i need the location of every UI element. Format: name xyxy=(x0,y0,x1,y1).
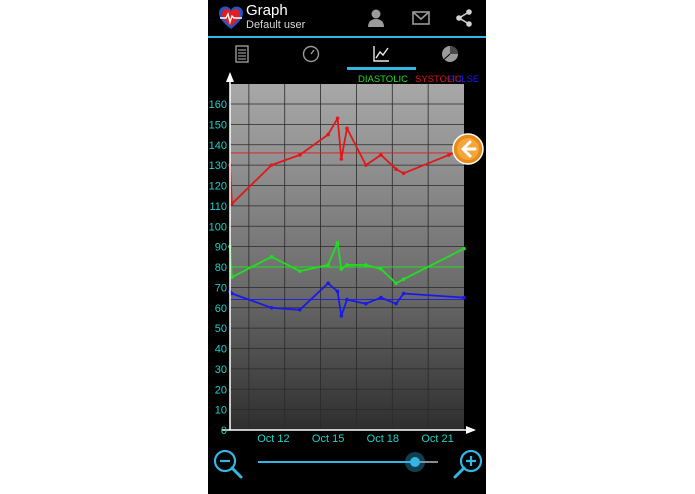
zoom-slider-fill xyxy=(258,461,415,463)
x-tick-label: Oct 18 xyxy=(367,433,399,442)
y-tick-label: 140 xyxy=(209,140,227,152)
diastolic-point xyxy=(401,277,406,282)
x-axis-arrow xyxy=(466,426,476,434)
y-tick-label: 30 xyxy=(215,364,227,376)
pulse-point xyxy=(345,297,349,302)
pulse-point xyxy=(269,305,274,310)
y-tick-labels: 1601501401301201101009080706050403020100 xyxy=(209,99,227,437)
systolic-point xyxy=(335,116,340,121)
user-icon[interactable] xyxy=(365,7,387,29)
y-tick-label: 150 xyxy=(209,119,227,131)
systolic-point xyxy=(379,153,383,157)
tab-list[interactable] xyxy=(208,38,277,69)
app-title: Graph xyxy=(246,2,288,19)
systolic-point xyxy=(269,163,274,167)
diastolic-point xyxy=(345,263,349,267)
tab-pie[interactable] xyxy=(416,38,485,69)
pulse-point xyxy=(364,301,368,306)
tab-gauge[interactable] xyxy=(277,38,346,69)
systolic-point xyxy=(345,126,349,131)
zoom-out-icon[interactable] xyxy=(212,448,244,480)
tab-bar xyxy=(208,38,486,69)
phone-screen: Graph Default user 160 150 140 130 120 1… xyxy=(208,0,486,494)
diastolic-point xyxy=(326,263,330,267)
graph-icon xyxy=(373,46,389,62)
x-tick-label: Oct 21 xyxy=(421,433,453,442)
pulse-point xyxy=(394,301,398,306)
diastolic-point xyxy=(269,255,274,259)
share-icon[interactable] xyxy=(453,7,475,29)
systolic-point xyxy=(447,153,451,157)
mail-icon[interactable] xyxy=(410,7,432,29)
y-tick-label: 160 xyxy=(209,99,227,111)
legend-diastolic: DIASTOLIC xyxy=(358,74,408,85)
systolic-point xyxy=(326,132,330,137)
systolic-point xyxy=(298,153,302,157)
diastolic-point xyxy=(339,267,344,271)
diastolic-point xyxy=(298,269,302,273)
y-tick-label: 110 xyxy=(209,201,227,213)
legend-pulse: PULSE xyxy=(448,74,479,85)
tab-graph[interactable] xyxy=(347,38,416,69)
plot-area xyxy=(230,84,464,430)
diastolic-point xyxy=(394,281,398,286)
x-tick-label: Oct 15 xyxy=(312,433,344,442)
y-tick-label: 40 xyxy=(215,344,227,356)
diastolic-point xyxy=(379,267,383,271)
y-axis-arrow xyxy=(226,72,234,82)
diastolic-point xyxy=(335,240,340,245)
back-arrow-button[interactable] xyxy=(452,133,484,165)
y-tick-label: 10 xyxy=(215,405,227,417)
y-tick-label: 60 xyxy=(215,303,227,315)
zoom-in-icon[interactable] xyxy=(452,448,484,480)
x-tick-label: Oct 12 xyxy=(257,433,289,442)
systolic-point xyxy=(401,171,406,176)
diastolic-point xyxy=(462,246,466,251)
pulse-point xyxy=(401,291,406,296)
systolic-point xyxy=(394,167,398,171)
y-tick-label: 100 xyxy=(209,221,227,233)
pie-chart-icon xyxy=(442,46,458,62)
legend: DIASTOLIC SYSTOLICPULSE xyxy=(358,74,479,85)
zoom-slider-thumb[interactable] xyxy=(404,452,425,472)
x-tick-labels: Oct 12 Oct 15 Oct 18 Oct 21 xyxy=(257,433,454,442)
user-name: Default user xyxy=(246,19,306,31)
pulse-point xyxy=(339,314,344,318)
pulse-point xyxy=(298,307,302,312)
heart-pulse-icon[interactable] xyxy=(218,5,244,31)
y-tick-label: 90 xyxy=(215,242,227,254)
y-tick-label: 130 xyxy=(209,160,227,172)
action-bar: Graph Default user xyxy=(208,0,486,36)
bp-graph[interactable]: 1601501401301201101009080706050403020100… xyxy=(208,70,486,442)
y-tick-label: 0 xyxy=(221,425,227,437)
gauge-icon xyxy=(302,45,320,63)
list-icon xyxy=(235,45,249,63)
y-tick-label: 20 xyxy=(215,384,227,396)
y-tick-label: 120 xyxy=(209,181,227,193)
pulse-point xyxy=(379,295,383,300)
systolic-point xyxy=(364,163,368,167)
diastolic-point xyxy=(364,263,368,267)
y-tick-label: 80 xyxy=(215,262,227,274)
systolic-point xyxy=(339,157,344,161)
y-tick-label: 70 xyxy=(215,282,227,294)
pulse-point xyxy=(335,289,340,294)
pulse-point xyxy=(326,281,330,286)
y-tick-label: 50 xyxy=(215,323,227,335)
pulse-point xyxy=(462,295,466,300)
